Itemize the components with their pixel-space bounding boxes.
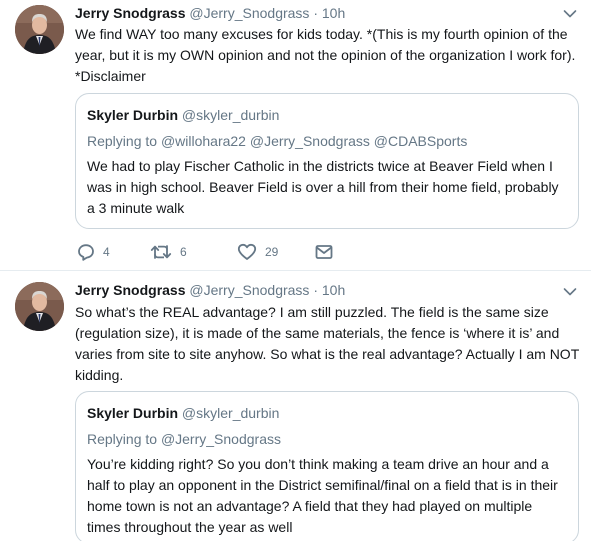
direct-message-button[interactable] [315, 241, 333, 263]
reply-button[interactable]: 4 [77, 241, 110, 263]
author-handle[interactable]: @Jerry_Snodgrass [189, 282, 309, 298]
heart-icon [237, 243, 257, 260]
quoted-author-handle: @skyler_durbin [181, 107, 280, 123]
retweet-button[interactable]: 6 [150, 241, 187, 263]
avatar[interactable] [15, 5, 64, 54]
tweet-text: So what’s the REAL advantage? I am still… [75, 304, 579, 383]
separator-dot: · [313, 5, 318, 21]
replying-to-prefix: Replying to [87, 431, 158, 447]
author-handle[interactable]: @Jerry_Snodgrass [189, 5, 309, 21]
author-name[interactable]: Jerry Snodgrass [75, 282, 186, 298]
envelope-icon [315, 245, 333, 259]
replying-to-handles[interactable]: @willohara22 @Jerry_Snodgrass @CDABSport… [161, 133, 467, 149]
avatar[interactable] [15, 282, 64, 331]
replying-to: Replying to @willohara22 @Jerry_Snodgras… [87, 132, 567, 150]
tweet-actions: 4 6 29 [75, 241, 375, 263]
quoted-tweet[interactable]: Skyler Durbin @skyler_durbin Replying to… [75, 93, 579, 229]
quoted-author-handle: @skyler_durbin [181, 405, 280, 421]
retweet-icon [150, 245, 172, 259]
tweet[interactable]: Jerry Snodgrass @Jerry_Snodgrass · 10h W… [0, 0, 591, 271]
quoted-tweet-header: Skyler Durbin @skyler_durbin [87, 106, 567, 124]
tweet-text: We find WAY too many excuses for kids to… [75, 26, 576, 84]
replying-to: Replying to @Jerry_Snodgrass [87, 430, 567, 448]
chevron-down-icon[interactable] [563, 9, 577, 19]
quoted-tweet-text: You’re kidding right? So you don’t think… [87, 456, 558, 535]
quoted-tweet-text: We had to play Fischer Catholic in the d… [87, 158, 559, 216]
tweet-header: Jerry Snodgrass @Jerry_Snodgrass · 10h [75, 4, 345, 22]
like-button[interactable]: 29 [237, 241, 278, 263]
separator-dot: · [313, 282, 318, 298]
chevron-down-icon[interactable] [563, 287, 577, 297]
quoted-tweet[interactable]: Skyler Durbin @skyler_durbin Replying to… [75, 391, 579, 541]
timestamp[interactable]: 10h [322, 282, 345, 298]
retweet-count: 6 [180, 245, 187, 259]
quoted-author-name: Skyler Durbin [87, 405, 179, 421]
replying-to-handles[interactable]: @Jerry_Snodgrass [161, 431, 281, 447]
author-name[interactable]: Jerry Snodgrass [75, 5, 186, 21]
reply-icon [78, 244, 94, 261]
replying-to-prefix: Replying to [87, 133, 158, 149]
tweet-header: Jerry Snodgrass @Jerry_Snodgrass · 10h [75, 281, 345, 299]
quoted-author-name: Skyler Durbin [87, 107, 179, 123]
quoted-tweet-header: Skyler Durbin @skyler_durbin [87, 404, 567, 422]
tweet[interactable]: Jerry Snodgrass @Jerry_Snodgrass · 10h S… [0, 271, 591, 541]
reply-count: 4 [103, 245, 110, 259]
like-count: 29 [265, 245, 279, 259]
timestamp[interactable]: 10h [322, 5, 345, 21]
